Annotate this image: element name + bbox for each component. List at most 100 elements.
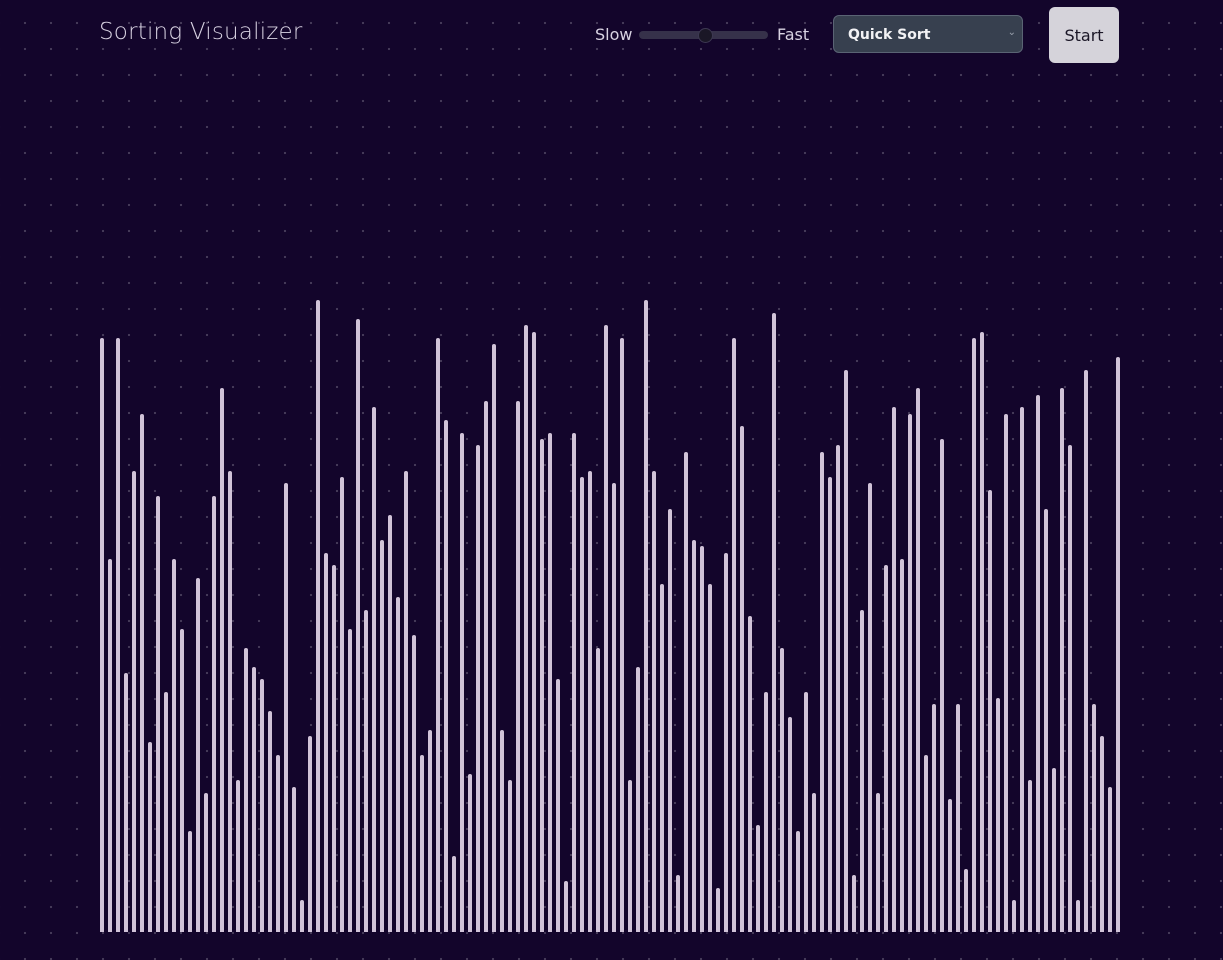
algorithm-select-value: Quick Sort: [848, 27, 931, 43]
chevron-down-icon: ⌄: [1007, 27, 1016, 38]
array-bar: [228, 470, 232, 932]
array-bar: [332, 565, 336, 932]
array-bar: [1012, 900, 1016, 932]
array-bar: [148, 742, 152, 932]
array-bar: [940, 439, 944, 932]
array-bar: [132, 470, 136, 932]
array-bar: [444, 420, 448, 932]
array-bar: [652, 470, 656, 932]
array-bar: [172, 559, 176, 932]
array-bar: [588, 470, 592, 932]
array-bar: [252, 666, 256, 932]
array-bar: [700, 546, 704, 932]
array-bar: [532, 331, 536, 932]
array-bar: [276, 755, 280, 932]
array-bar: [428, 729, 432, 932]
array-bar: [564, 881, 568, 932]
array-bar: [820, 451, 824, 932]
array-bar: [868, 483, 872, 932]
array-bar: [676, 875, 680, 932]
array-bar: [204, 792, 208, 932]
array-bar: [508, 780, 512, 932]
array-bar: [572, 432, 576, 932]
array-bar: [556, 679, 560, 932]
array-bar: [540, 439, 544, 932]
array-bar: [580, 476, 584, 932]
speed-slow-label: Slow: [595, 25, 633, 44]
array-bar: [140, 413, 144, 932]
array-bar: [268, 710, 272, 932]
array-bar: [788, 717, 792, 932]
array-bar: [404, 470, 408, 932]
algorithm-select[interactable]: Quick Sort ⌄: [833, 15, 1023, 53]
array-bar: [500, 729, 504, 932]
array-bar: [980, 331, 984, 932]
array-bar: [1076, 900, 1080, 932]
array-bar: [900, 559, 904, 932]
array-bar: [1020, 407, 1024, 932]
array-bar: [644, 300, 648, 932]
array-bar: [388, 514, 392, 932]
array-bar: [1036, 394, 1040, 932]
array-bar: [844, 369, 848, 932]
speed-slider-thumb[interactable]: [698, 28, 713, 43]
array-bar: [1044, 508, 1048, 932]
array-bar: [996, 698, 1000, 932]
array-bar: [1068, 445, 1072, 932]
array-bar: [116, 337, 120, 932]
array-bar: [548, 432, 552, 932]
array-bar: [372, 407, 376, 932]
array-bar: [196, 578, 200, 932]
array-bar: [740, 426, 744, 932]
array-bar: [908, 413, 912, 932]
array-bar: [1028, 780, 1032, 932]
array-bar: [916, 388, 920, 932]
array-bar: [260, 679, 264, 932]
array-bar: [780, 647, 784, 932]
array-bar: [484, 401, 488, 932]
array-bar: [364, 609, 368, 932]
array-bar: [476, 445, 480, 932]
array-bar: [188, 830, 192, 932]
array-bar: [396, 597, 400, 932]
array-bar: [180, 628, 184, 932]
array-bar: [412, 634, 416, 932]
array-bar: [668, 508, 672, 932]
array-bar: [340, 476, 344, 932]
array-bar: [108, 559, 112, 932]
array-bar: [316, 300, 320, 932]
toolbar: Sorting Visualizer Slow Fast Quick Sort …: [0, 0, 1223, 70]
array-bar: [660, 584, 664, 932]
array-bar: [748, 616, 752, 932]
array-bar: [692, 540, 696, 932]
page-title: Sorting Visualizer: [99, 19, 303, 45]
array-bar: [876, 792, 880, 932]
array-bar: [468, 774, 472, 932]
array-bar: [1004, 413, 1008, 932]
array-bar: [948, 799, 952, 932]
array-bar: [220, 388, 224, 932]
array-bar: [724, 552, 728, 932]
start-button[interactable]: Start: [1049, 7, 1119, 63]
array-bar: [708, 584, 712, 932]
array-bar: [604, 325, 608, 932]
array-bar: [100, 337, 104, 932]
array-bar: [460, 432, 464, 932]
array-bar: [1092, 704, 1096, 932]
array-bar: [292, 786, 296, 932]
array-bar: [300, 900, 304, 932]
array-bar: [772, 312, 776, 932]
array-bar: [1084, 369, 1088, 932]
array-bar: [612, 483, 616, 932]
array-bar: [236, 780, 240, 932]
array-bar: [356, 318, 360, 932]
array-bar: [1100, 736, 1104, 932]
array-bar: [804, 691, 808, 932]
array-bar: [124, 672, 128, 932]
array-bar: [1052, 767, 1056, 932]
array-bar: [1108, 786, 1112, 932]
array-bar: [860, 609, 864, 932]
array-bar: [852, 875, 856, 932]
array-bar: [828, 476, 832, 932]
array-bar: [812, 792, 816, 932]
